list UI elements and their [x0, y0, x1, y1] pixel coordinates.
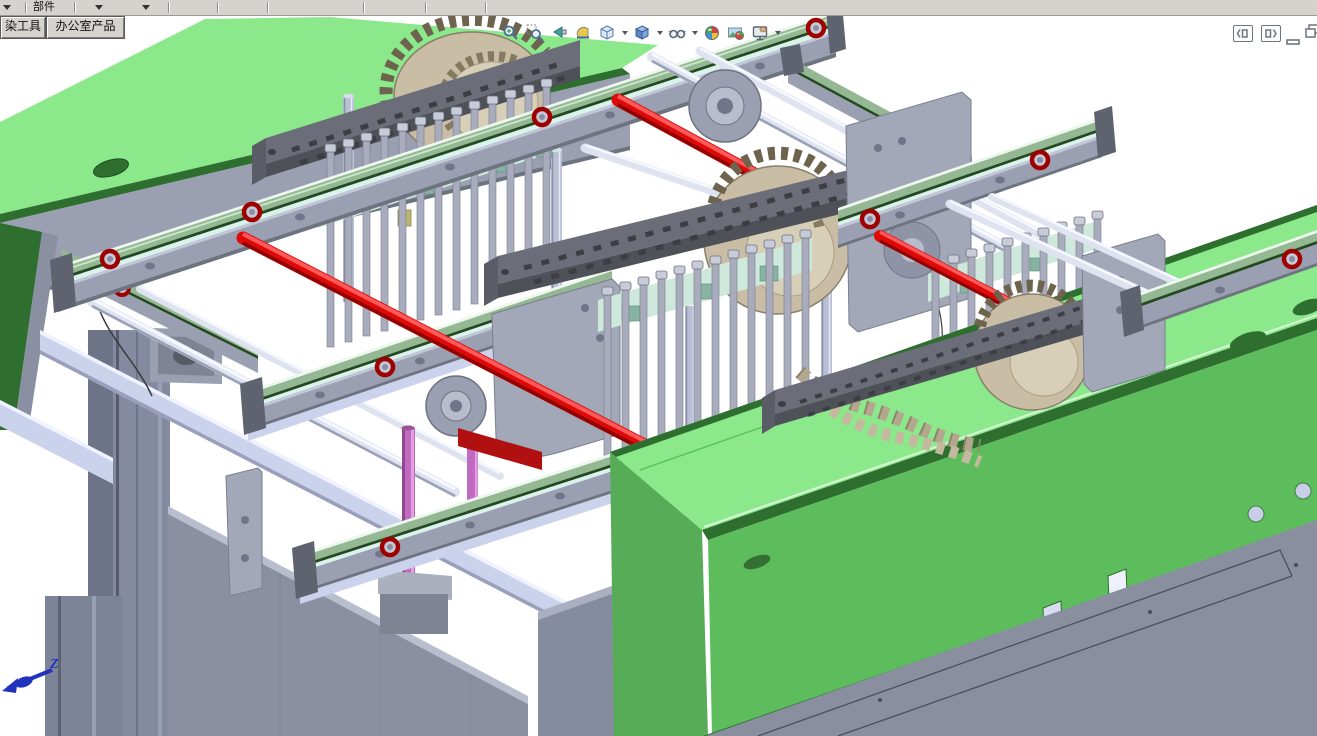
menu-dropdown-caret[interactable] — [3, 5, 11, 10]
component-menu-item[interactable]: 部件 — [33, 0, 55, 15]
heads-up-view-toolbar — [500, 20, 782, 46]
menu-dropdown-caret[interactable] — [95, 5, 103, 10]
edit-appearance-icon[interactable] — [701, 21, 723, 45]
bearing-housing-1[interactable] — [688, 69, 762, 143]
toolbar-separator — [168, 2, 169, 13]
solidworks-window: Z 部件 染工具 办公室产品 — [0, 0, 1317, 736]
menu-dropdown-caret[interactable] — [142, 5, 150, 10]
view-orientation-icon[interactable] — [596, 21, 618, 45]
graphics-area[interactable]: Z — [0, 0, 1317, 736]
restore-document-button[interactable] — [1305, 23, 1317, 40]
display-style-icon[interactable] — [631, 21, 653, 45]
apply-scene-icon[interactable] — [725, 21, 747, 45]
toolbar-separator — [74, 2, 75, 13]
toolbar-separator — [485, 2, 486, 13]
zoom-to-fit-icon[interactable] — [500, 21, 522, 45]
bearing-housing-2[interactable] — [425, 375, 487, 437]
toolbar-separator — [363, 2, 364, 13]
minimize-document-button[interactable] — [1286, 32, 1300, 45]
display-pane-left-button[interactable] — [1233, 25, 1253, 42]
hide-show-items-icon[interactable] — [666, 21, 688, 45]
display-style-dropdown[interactable] — [655, 21, 664, 45]
support-bracket[interactable] — [225, 467, 263, 597]
toolbar-separator — [217, 2, 218, 13]
previous-view-icon[interactable] — [548, 21, 570, 45]
view-settings-icon[interactable] — [749, 21, 771, 45]
view-orientation-dropdown[interactable] — [620, 21, 629, 45]
tab-office-products[interactable]: 办公室产品 — [46, 16, 125, 39]
view-settings-dropdown[interactable] — [773, 21, 782, 45]
zoom-to-area-icon[interactable] — [524, 21, 546, 45]
triad-z-label: Z — [49, 657, 59, 672]
hide-show-items-dropdown[interactable] — [690, 21, 699, 45]
display-pane-right-button[interactable] — [1261, 25, 1281, 42]
toolbar-separator — [25, 2, 26, 13]
section-view-icon[interactable] — [572, 21, 594, 45]
toolbar-separator — [267, 2, 268, 13]
toolbar-separator — [425, 2, 426, 13]
top-toolbar: 部件 — [0, 0, 1317, 16]
tab-render-tools[interactable]: 染工具 — [0, 16, 46, 39]
foot-block[interactable] — [378, 570, 452, 634]
